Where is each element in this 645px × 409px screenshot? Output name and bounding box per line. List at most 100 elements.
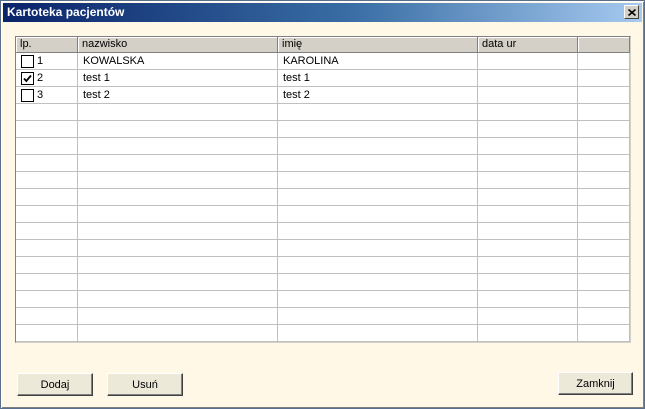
cell-nazwisko	[78, 155, 278, 172]
table-row[interactable]	[16, 240, 630, 257]
cell-imie	[278, 104, 478, 121]
table-row[interactable]	[16, 257, 630, 274]
cell-data-ur	[478, 138, 578, 155]
cell-lp	[16, 257, 78, 274]
cell-data-ur	[478, 223, 578, 240]
cell-data-ur	[478, 325, 578, 342]
cell-empty	[578, 155, 630, 172]
cell-nazwisko	[78, 223, 278, 240]
cell-imie	[278, 155, 478, 172]
row-checkbox[interactable]	[21, 54, 34, 68]
close-button[interactable]: Zamknij	[558, 372, 633, 395]
cell-nazwisko	[78, 257, 278, 274]
cell-nazwisko	[78, 308, 278, 325]
cell-lp	[16, 223, 78, 240]
cell-lp: 2	[16, 70, 78, 87]
table-row[interactable]	[16, 325, 630, 342]
cell-nazwisko	[78, 104, 278, 121]
cell-data-ur	[478, 121, 578, 138]
cell-imie: test 2	[278, 87, 478, 104]
cell-lp	[16, 138, 78, 155]
cell-nazwisko	[78, 172, 278, 189]
cell-data-ur	[478, 240, 578, 257]
cell-imie	[278, 240, 478, 257]
table-row[interactable]	[16, 138, 630, 155]
cell-empty	[578, 206, 630, 223]
cell-imie	[278, 325, 478, 342]
table-row[interactable]	[16, 172, 630, 189]
row-number: 1	[37, 55, 44, 67]
checkmark-icon	[23, 74, 32, 82]
cell-imie	[278, 308, 478, 325]
cell-imie	[278, 206, 478, 223]
cell-data-ur	[478, 104, 578, 121]
cell-lp	[16, 189, 78, 206]
cell-data-ur	[478, 257, 578, 274]
cell-lp: 3	[16, 87, 78, 104]
cell-empty	[578, 308, 630, 325]
cell-imie	[278, 121, 478, 138]
cell-empty	[578, 291, 630, 308]
cell-data-ur	[478, 189, 578, 206]
cell-data-ur	[478, 87, 578, 104]
table-row[interactable]	[16, 189, 630, 206]
table-row[interactable]	[16, 104, 630, 121]
cell-data-ur	[478, 274, 578, 291]
cell-imie: KAROLINA	[278, 53, 478, 70]
remove-button[interactable]: Usuń	[107, 373, 183, 396]
column-header-nazwisko[interactable]: nazwisko	[78, 37, 278, 53]
table-row[interactable]	[16, 121, 630, 138]
cell-data-ur	[478, 206, 578, 223]
cell-nazwisko: KOWALSKA	[78, 53, 278, 70]
cell-lp	[16, 104, 78, 121]
cell-lp	[16, 291, 78, 308]
cell-lp	[16, 240, 78, 257]
cell-imie	[278, 189, 478, 206]
table-row[interactable]: 3 test 2 test 2	[16, 87, 630, 104]
cell-nazwisko	[78, 240, 278, 257]
table-body: 1 KOWALSKA KAROLINA 2 test 1 test 1 3 test 2 tes…	[16, 53, 630, 342]
column-header-imie[interactable]: imię	[278, 37, 478, 53]
cell-lp	[16, 325, 78, 342]
row-checkbox[interactable]	[21, 88, 34, 102]
cell-nazwisko	[78, 274, 278, 291]
column-header-lp[interactable]: lp.	[16, 37, 78, 53]
cell-empty	[578, 87, 630, 104]
cell-data-ur	[478, 70, 578, 87]
cell-data-ur	[478, 155, 578, 172]
cell-data-ur	[478, 53, 578, 70]
cell-imie: test 1	[278, 70, 478, 87]
cell-lp	[16, 206, 78, 223]
table-row[interactable]: 2 test 1 test 1	[16, 70, 630, 87]
cell-lp	[16, 308, 78, 325]
cell-empty	[578, 257, 630, 274]
table-row[interactable]	[16, 291, 630, 308]
cell-lp	[16, 274, 78, 291]
table-row[interactable]	[16, 308, 630, 325]
table-row[interactable]	[16, 274, 630, 291]
patients-table[interactable]: lp. nazwisko imię data ur 1 KOWALSKA KAROL…	[15, 36, 631, 343]
table-row[interactable]	[16, 223, 630, 240]
cell-empty	[578, 104, 630, 121]
title-bar[interactable]: Kartoteka pacjentów	[3, 3, 642, 22]
window-title: Kartoteka pacjentów	[7, 5, 125, 19]
add-button[interactable]: Dodaj	[17, 373, 93, 396]
row-number: 2	[37, 72, 44, 84]
row-checkbox[interactable]	[21, 71, 34, 85]
cell-empty	[578, 189, 630, 206]
close-window-button[interactable]	[624, 5, 639, 19]
cell-lp: 1	[16, 53, 78, 70]
cell-imie	[278, 138, 478, 155]
cell-nazwisko	[78, 121, 278, 138]
table-row[interactable]	[16, 206, 630, 223]
column-header-data-ur[interactable]: data ur	[478, 37, 578, 53]
column-header-empty	[578, 37, 630, 53]
cell-imie	[278, 274, 478, 291]
cell-empty	[578, 70, 630, 87]
table-header: lp. nazwisko imię data ur	[16, 37, 630, 53]
cell-imie	[278, 172, 478, 189]
cell-empty	[578, 325, 630, 342]
cell-empty	[578, 121, 630, 138]
table-row[interactable]	[16, 155, 630, 172]
table-row[interactable]: 1 KOWALSKA KAROLINA	[16, 53, 630, 70]
